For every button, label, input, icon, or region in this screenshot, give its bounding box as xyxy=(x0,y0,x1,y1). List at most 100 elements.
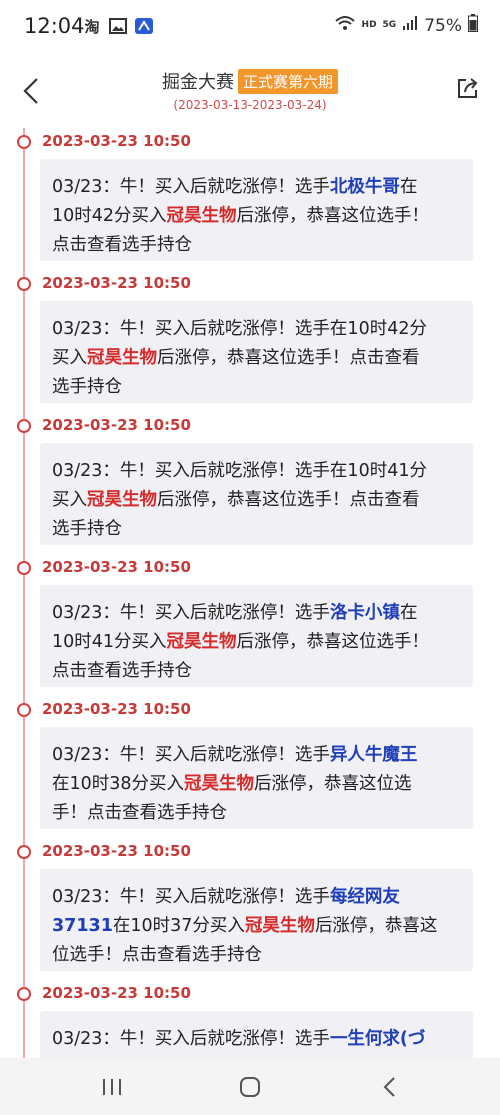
message-segment: 后涨停，恭喜这位选手！ xyxy=(236,632,430,652)
message-segment: 03/23：牛！买入后就吃涨停！选手 xyxy=(52,1029,330,1049)
page-header: 掘金大赛 正式赛第六期 (2023-03-13-2023-03-24) xyxy=(0,56,500,116)
battery-icon xyxy=(468,14,478,37)
message-segment: 在 xyxy=(399,177,418,197)
network-indicator: 5G xyxy=(382,20,397,30)
stock-name[interactable]: 冠昊生物 xyxy=(167,206,237,226)
message-segment: 手！点击查看选手持仓 xyxy=(52,803,227,823)
player-name[interactable]: 北极牛哥 xyxy=(330,177,400,197)
page-title: 掘金大赛 xyxy=(161,72,234,93)
taobao-icon: 淘 xyxy=(84,17,100,36)
gallery-icon xyxy=(108,16,128,36)
message-timestamp: 2023-03-23 10:50 xyxy=(42,700,191,718)
message-card[interactable]: 03/23：牛！买入后就吃涨停！选手在10时41分 买入冠昊生物后涨停，恭喜这位选… xyxy=(40,443,473,545)
message-line: 03/23：牛！买入后就吃涨停！选手异人牛魔王 xyxy=(52,741,461,770)
home-icon xyxy=(240,1077,260,1097)
message-segment: 03/23：牛！买入后就吃涨停！选手 xyxy=(52,603,330,623)
message-card[interactable]: 03/23：牛！买入后就吃涨停！选手每经网友 37131在10时37分买入冠昊生物… xyxy=(40,869,473,971)
message-line: 03/23：牛！买入后就吃涨停！选手每经网友 xyxy=(52,883,461,912)
message-line: 买入冠昊生物后涨停，恭喜这位选手！点击查看 xyxy=(52,486,461,515)
timeline-dot xyxy=(17,561,31,575)
message-segment: 在 xyxy=(399,603,418,623)
player-name[interactable]: 一生何求(づ xyxy=(330,1029,426,1049)
recents-icon xyxy=(103,1079,121,1095)
notification-icons: 淘 xyxy=(82,16,154,36)
message-timestamp: 2023-03-23 10:50 xyxy=(42,842,191,860)
message-segment: 03/23：牛！买入后就吃涨停！选手 xyxy=(52,177,330,197)
message-segment: 10时42分买入 xyxy=(52,206,167,226)
message-line: 位选手！点击查看选手持仓 xyxy=(52,941,461,970)
stock-name[interactable]: 冠昊生物 xyxy=(87,348,157,368)
share-button[interactable] xyxy=(456,76,480,100)
player-name[interactable]: 37131 xyxy=(52,916,113,936)
timeline-dot xyxy=(17,135,31,149)
player-name[interactable]: 洛卡小镇 xyxy=(330,603,400,623)
message-segment: 选手持仓 xyxy=(52,377,122,397)
message-text: 03/23：牛！买入后就吃涨停！选手异人牛魔王 在10时38分买入冠昊生物后涨停，… xyxy=(52,741,461,828)
message-segment: 后涨停，恭喜这位选 xyxy=(254,774,412,794)
message-segment: 位选手！点击查看选手持仓 xyxy=(52,945,262,965)
message-card[interactable]: 03/23：牛！买入后就吃涨停！选手北极牛哥在 10时42分买入冠昊生物后涨停，恭… xyxy=(40,159,473,261)
message-card[interactable]: 03/23：牛！买入后就吃涨停！选手在10时42分 买入冠昊生物后涨停，恭喜这位选… xyxy=(40,301,473,403)
status-time: 12:04 xyxy=(24,14,85,38)
message-text: 03/23：牛！买入后就吃涨停！选手在10时41分 买入冠昊生物后涨停，恭喜这位选… xyxy=(52,457,461,544)
message-segment: 后涨停，恭喜这位选手！点击查看 xyxy=(157,348,420,368)
message-line: 03/23：牛！买入后就吃涨停！选手在10时41分 xyxy=(52,457,461,486)
message-segment: 03/23：牛！买入后就吃涨停！选手 xyxy=(52,887,330,907)
message-timestamp: 2023-03-23 10:50 xyxy=(42,558,191,576)
season-badge: 正式赛第六期 xyxy=(237,68,338,94)
back-nav-button[interactable] xyxy=(378,1076,402,1098)
message-timestamp: 2023-03-23 10:50 xyxy=(42,984,191,1002)
message-segment: 买入 xyxy=(52,348,87,368)
message-line: 03/23：牛！买入后就吃涨停！选手北极牛哥在 xyxy=(52,173,461,202)
message-segment: 后涨停，恭喜这位选手！ xyxy=(236,206,430,226)
stock-name[interactable]: 冠昊生物 xyxy=(184,774,254,794)
signal-icon xyxy=(402,15,418,36)
stock-name[interactable]: 冠昊生物 xyxy=(87,490,157,510)
message-line: 在10时38分买入冠昊生物后涨停，恭喜这位选 xyxy=(52,770,461,799)
timeline-dot xyxy=(17,277,31,291)
timeline-line xyxy=(23,128,25,1058)
message-segment: 选手持仓 xyxy=(52,519,122,539)
message-segment: 03/23：牛！买入后就吃涨停！选手在10时41分 xyxy=(52,461,427,481)
message-line: 选手持仓 xyxy=(52,373,461,402)
message-segment: 买入 xyxy=(52,490,87,510)
message-text: 03/23：牛！买入后就吃涨停！选手在10时42分 买入冠昊生物后涨停，恭喜这位选… xyxy=(52,315,461,402)
battery-percent: 75% xyxy=(424,15,462,36)
message-segment: 后涨停，恭喜这位选手！点击查看 xyxy=(157,490,420,510)
message-line: 10时41分买入冠昊生物后涨停，恭喜这位选手！ xyxy=(52,628,461,657)
wifi-icon xyxy=(334,14,356,37)
message-line: 买入冠昊生物后涨停，恭喜这位选手！点击查看 xyxy=(52,344,461,373)
message-line: 03/23：牛！买入后就吃涨停！选手在10时42分 xyxy=(52,315,461,344)
home-button[interactable] xyxy=(238,1076,262,1098)
message-card[interactable]: 03/23：牛！买入后就吃涨停！选手异人牛魔王 在10时38分买入冠昊生物后涨停，… xyxy=(40,727,473,829)
message-segment: 点击查看选手持仓 xyxy=(52,661,192,681)
timeline-dot xyxy=(17,703,31,717)
message-segment: 10时41分买入 xyxy=(52,632,167,652)
message-segment: 点击查看选手持仓 xyxy=(52,235,192,255)
message-line: 10时42分买入冠昊生物后涨停，恭喜这位选手！ xyxy=(52,202,461,231)
message-timestamp: 2023-03-23 10:50 xyxy=(42,416,191,434)
message-line: 点击查看选手持仓 xyxy=(52,231,461,260)
message-line: 手！点击查看选手持仓 xyxy=(52,799,461,828)
message-segment: 在10时38分买入 xyxy=(52,774,185,794)
recents-button[interactable] xyxy=(100,1076,124,1098)
message-timestamp: 2023-03-23 10:50 xyxy=(42,132,191,150)
status-bar: 12:04 淘 HD 5G 75% xyxy=(0,0,500,56)
message-card[interactable]: 03/23：牛！买入后就吃涨停！选手洛卡小镇在 10时41分买入冠昊生物后涨停，恭… xyxy=(40,585,473,687)
message-text: 03/23：牛！买入后就吃涨停！选手每经网友 37131在10时37分买入冠昊生物… xyxy=(52,883,461,970)
player-name[interactable]: 异人牛魔王 xyxy=(330,745,418,765)
message-segment: 03/23：牛！买入后就吃涨停！选手在10时42分 xyxy=(52,319,427,339)
app-icon xyxy=(134,16,154,36)
message-text: 03/23：牛！买入后就吃涨停！选手洛卡小镇在 10时41分买入冠昊生物后涨停，恭… xyxy=(52,599,461,686)
player-name[interactable]: 每经网友 xyxy=(330,887,400,907)
stock-name[interactable]: 冠昊生物 xyxy=(245,916,315,936)
message-timestamp: 2023-03-23 10:50 xyxy=(42,274,191,292)
message-segment: 后涨停，恭喜这 xyxy=(314,916,438,936)
message-line: 03/23：牛！买入后就吃涨停！选手一生何求(づ xyxy=(52,1025,461,1054)
message-line: 点击查看选手持仓 xyxy=(52,657,461,686)
hd-indicator: HD xyxy=(361,20,377,30)
status-right: HD 5G 75% xyxy=(334,14,478,37)
stock-name[interactable]: 冠昊生物 xyxy=(167,632,237,652)
message-text: 03/23：牛！买入后就吃涨停！选手一生何求(づ xyxy=(52,1025,461,1054)
message-segment: 03/23：牛！买入后就吃涨停！选手 xyxy=(52,745,330,765)
